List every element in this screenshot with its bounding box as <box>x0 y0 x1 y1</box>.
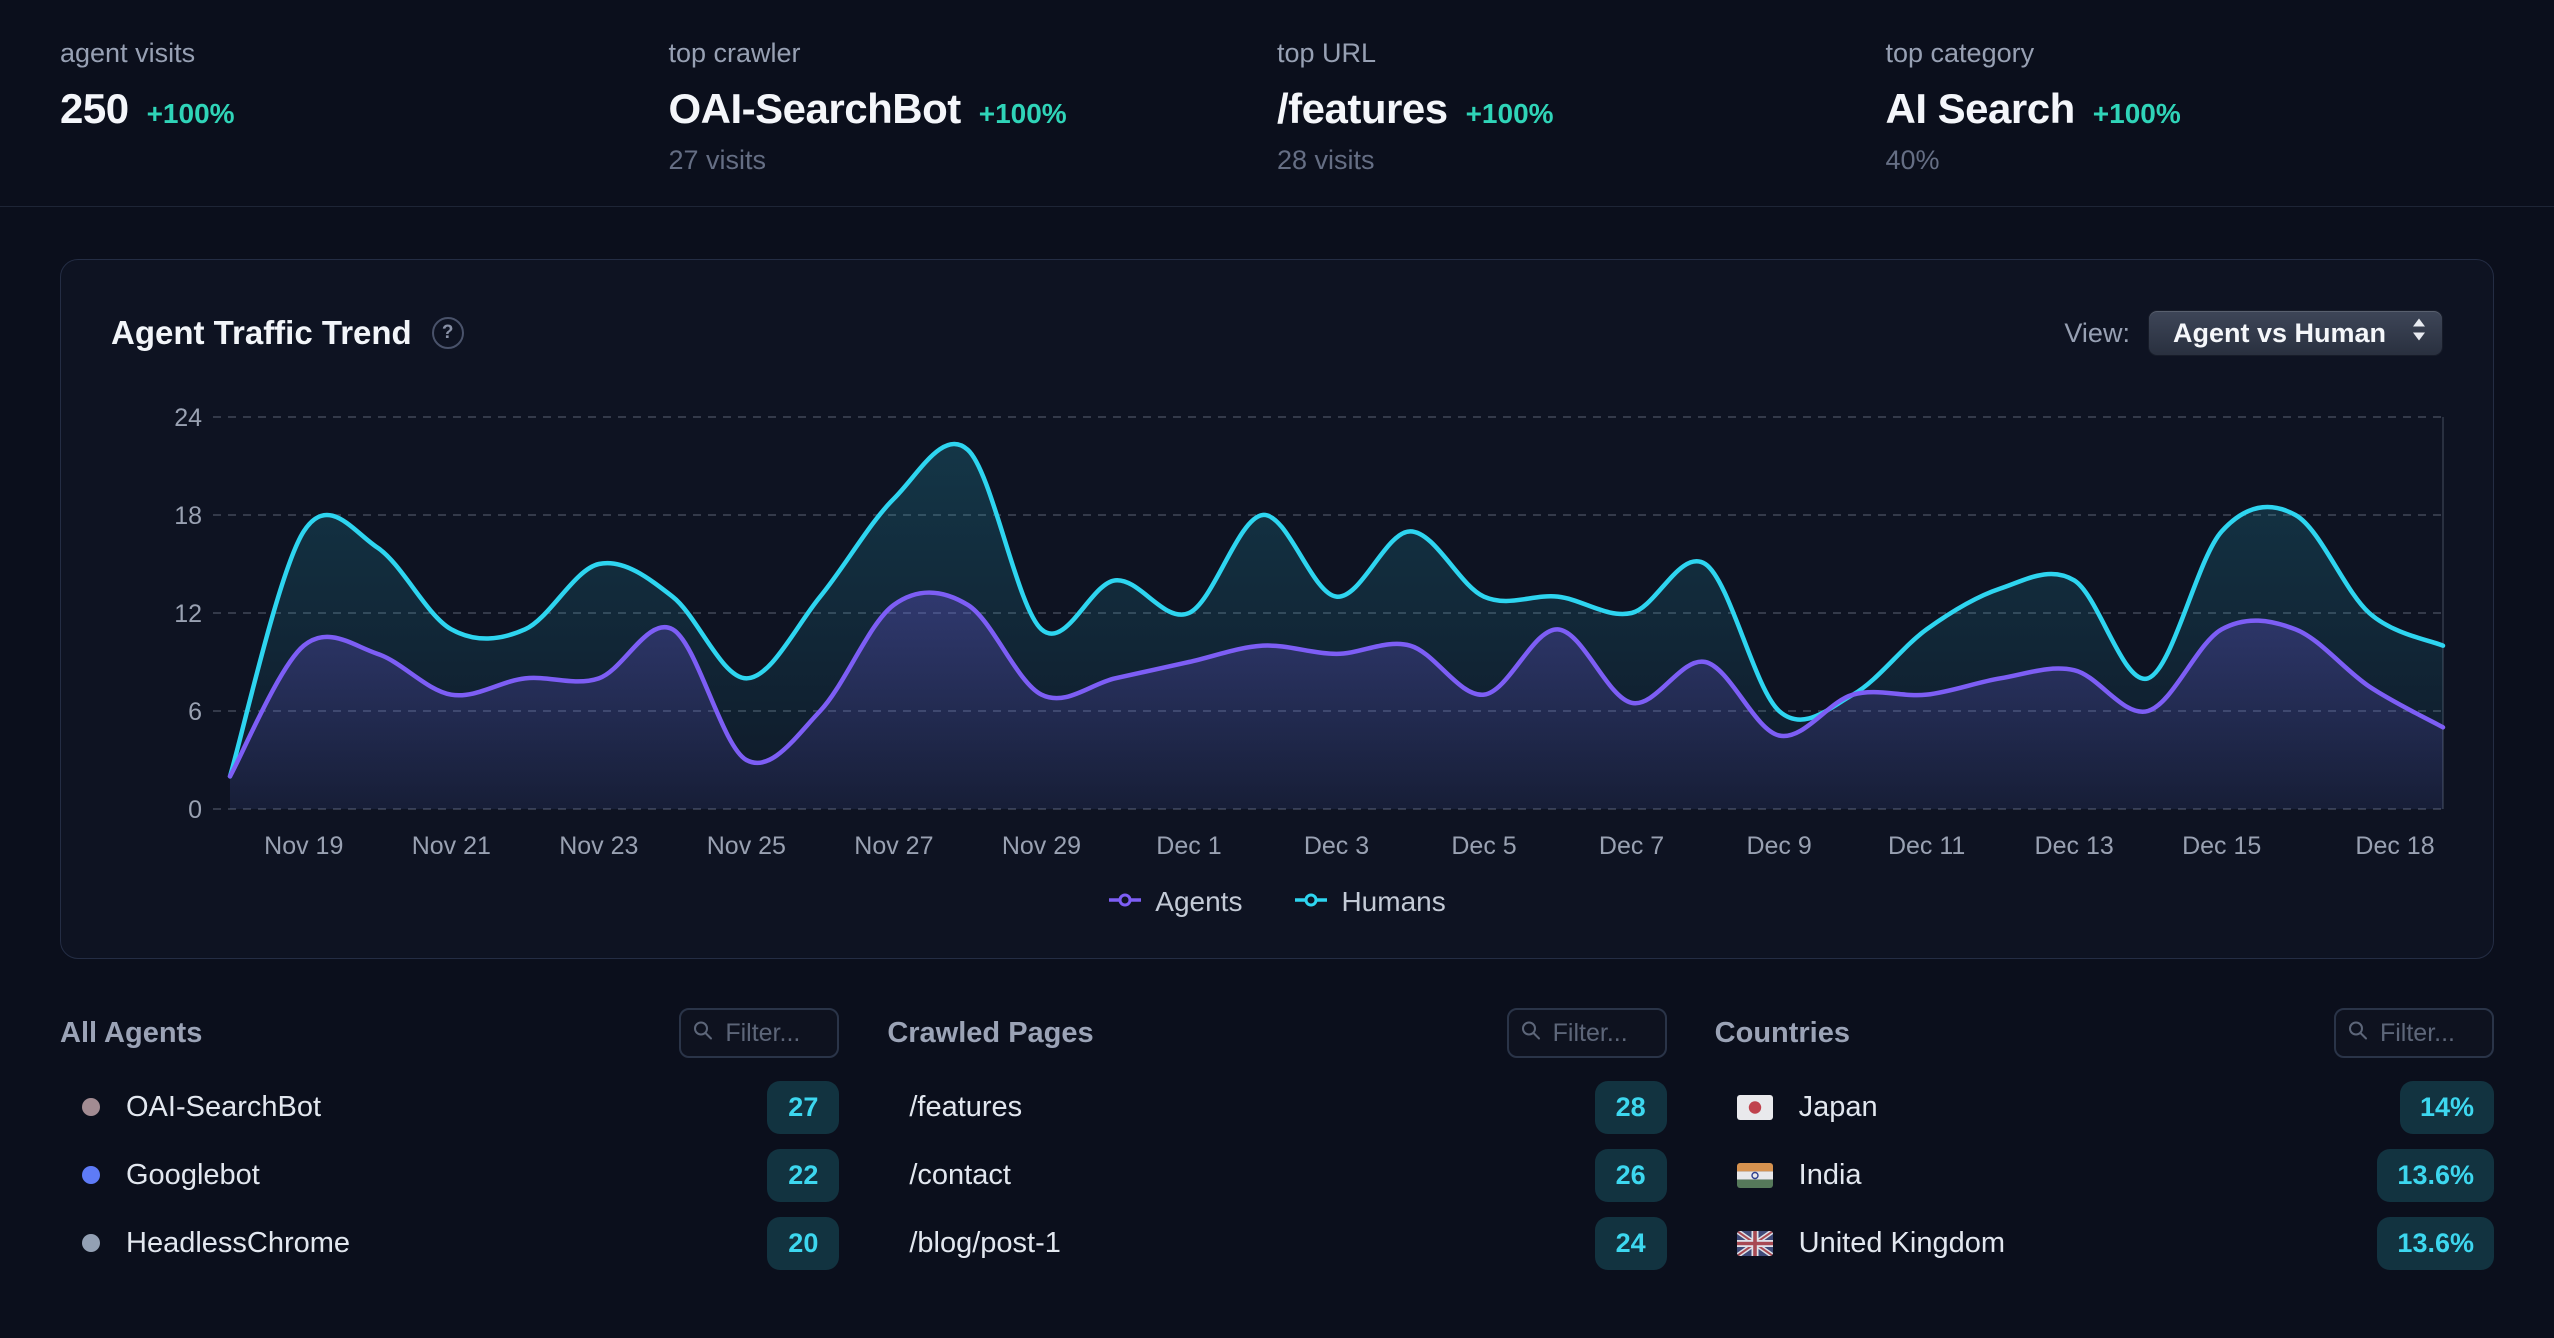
stat-delta: +100% <box>2093 98 2181 130</box>
flag-japan-icon <box>1737 1095 1773 1120</box>
svg-text:Dec 13: Dec 13 <box>2035 832 2114 860</box>
list-item[interactable]: /blog/post-1 24 <box>887 1209 1666 1277</box>
svg-text:Dec 3: Dec 3 <box>1304 832 1369 860</box>
view-label: View: <box>2064 318 2130 349</box>
svg-text:Dec 7: Dec 7 <box>1599 832 1664 860</box>
stat-agent-visits: agent visits 250 +100% <box>60 38 669 176</box>
list-item[interactable]: OAI-SearchBot 27 <box>60 1073 839 1141</box>
svg-text:12: 12 <box>174 600 202 628</box>
list-item[interactable]: India 13.6% <box>1715 1141 2494 1209</box>
list-item[interactable]: United Kingdom 13.6% <box>1715 1209 2494 1277</box>
stat-label: top URL <box>1277 38 1886 69</box>
agent-color-dot <box>82 1098 100 1116</box>
svg-text:Dec 5: Dec 5 <box>1451 832 1516 860</box>
stat-value: OAI-SearchBot <box>669 85 961 133</box>
stat-sub <box>60 145 669 175</box>
count-badge: 24 <box>1595 1217 1667 1270</box>
count-badge: 22 <box>767 1149 839 1202</box>
legend-label: Humans <box>1341 886 1445 918</box>
list-item[interactable]: Japan 14% <box>1715 1073 2494 1141</box>
svg-text:Dec 9: Dec 9 <box>1746 832 1811 860</box>
count-badge: 20 <box>767 1217 839 1270</box>
flag-uk-icon <box>1737 1231 1773 1256</box>
stat-sub: 28 visits <box>1277 145 1886 176</box>
stat-sub: 27 visits <box>669 145 1278 176</box>
stat-sub: 40% <box>1886 145 2495 176</box>
count-badge: 26 <box>1595 1149 1667 1202</box>
svg-text:Nov 23: Nov 23 <box>559 832 638 860</box>
list-item-name: Japan <box>1799 1091 1878 1124</box>
view-select-value: Agent vs Human <box>2173 318 2386 349</box>
select-stepper-icon <box>2411 318 2427 349</box>
list-item-name: United Kingdom <box>1799 1227 2005 1260</box>
stat-top-crawler: top crawler OAI-SearchBot +100% 27 visit… <box>669 38 1278 176</box>
list-item[interactable]: HeadlessChrome 20 <box>60 1209 839 1277</box>
list-item-name: /contact <box>909 1159 1011 1192</box>
list-item-name: Googlebot <box>126 1159 260 1192</box>
legend-item-humans[interactable]: Humans <box>1294 886 1445 918</box>
list-item[interactable]: /contact 26 <box>887 1141 1666 1209</box>
trend-card: Agent Traffic Trend ? View: Agent vs Hum… <box>60 259 2494 959</box>
list-item-name: OAI-SearchBot <box>126 1091 321 1124</box>
list-item-name: India <box>1799 1159 1862 1192</box>
svg-text:Dec 15: Dec 15 <box>2182 832 2261 860</box>
stat-delta: +100% <box>979 98 1067 130</box>
chart-legend: Agents Humans <box>61 886 2493 918</box>
stat-label: top category <box>1886 38 2495 69</box>
search-icon <box>2347 1020 2369 1047</box>
stat-label: agent visits <box>60 38 669 69</box>
legend-marker-agents-icon <box>1108 893 1142 912</box>
svg-text:18: 18 <box>174 502 202 530</box>
search-icon <box>692 1020 714 1047</box>
list-item-name: /features <box>909 1091 1022 1124</box>
count-badge: 14% <box>2400 1081 2494 1134</box>
stat-top-url: top URL /features +100% 28 visits <box>1277 38 1886 176</box>
chart-title: Agent Traffic Trend <box>111 314 412 352</box>
list-countries: Countries Japan14%India13.6%United Kingd… <box>1715 1007 2494 1277</box>
list-title: Crawled Pages <box>887 1017 1093 1050</box>
svg-text:Dec 18: Dec 18 <box>2355 832 2434 860</box>
svg-text:Dec 1: Dec 1 <box>1156 832 1221 860</box>
traffic-trend-chart: 0 6 12 18 24 Nov 19 Nov 21 Nov 23 Nov 25 Nov 27 No… <box>61 384 2491 864</box>
count-badge: 13.6% <box>2377 1217 2494 1270</box>
svg-text:0: 0 <box>188 796 202 824</box>
flag-india-icon <box>1737 1163 1773 1188</box>
stats-row: agent visits 250 +100% top crawler OAI-S… <box>0 0 2554 207</box>
list-crawled-pages: Crawled Pages /features 28/contact 26/blog… <box>887 1007 1666 1277</box>
stat-value: AI Search <box>1886 85 2075 133</box>
legend-label: Agents <box>1155 886 1242 918</box>
stat-label: top crawler <box>669 38 1278 69</box>
agent-color-dot <box>82 1166 100 1184</box>
stat-delta: +100% <box>1466 98 1554 130</box>
list-item[interactable]: Googlebot 22 <box>60 1141 839 1209</box>
agent-color-dot <box>82 1234 100 1252</box>
count-badge: 28 <box>1595 1081 1667 1134</box>
stat-value: 250 <box>60 85 129 133</box>
help-icon[interactable]: ? <box>432 317 464 349</box>
stat-top-category: top category AI Search +100% 40% <box>1886 38 2495 176</box>
list-item-name: HeadlessChrome <box>126 1227 350 1260</box>
svg-text:6: 6 <box>188 698 202 726</box>
list-item-name: /blog/post-1 <box>909 1227 1061 1260</box>
view-select[interactable]: Agent vs Human <box>2148 310 2443 356</box>
legend-item-agents[interactable]: Agents <box>1108 886 1242 918</box>
list-title: All Agents <box>60 1017 202 1050</box>
count-badge: 27 <box>767 1081 839 1134</box>
legend-marker-humans-icon <box>1294 893 1328 912</box>
svg-text:Nov 21: Nov 21 <box>412 832 491 860</box>
list-title: Countries <box>1715 1017 1850 1050</box>
search-icon <box>1520 1020 1542 1047</box>
svg-text:Nov 27: Nov 27 <box>854 832 933 860</box>
stat-value: /features <box>1277 85 1448 133</box>
svg-text:Nov 19: Nov 19 <box>264 832 343 860</box>
svg-text:24: 24 <box>174 404 202 432</box>
list-item[interactable]: /features 28 <box>887 1073 1666 1141</box>
svg-text:Nov 29: Nov 29 <box>1002 832 1081 860</box>
lists-row: All Agents OAI-SearchBot 27 Googlebot 22 Hea… <box>60 1007 2494 1277</box>
stat-delta: +100% <box>147 98 235 130</box>
svg-text:Dec 11: Dec 11 <box>1888 832 1965 860</box>
svg-text:Nov 25: Nov 25 <box>707 832 786 860</box>
count-badge: 13.6% <box>2377 1149 2494 1202</box>
list-all-agents: All Agents OAI-SearchBot 27 Googlebot 22 Hea… <box>60 1007 839 1277</box>
